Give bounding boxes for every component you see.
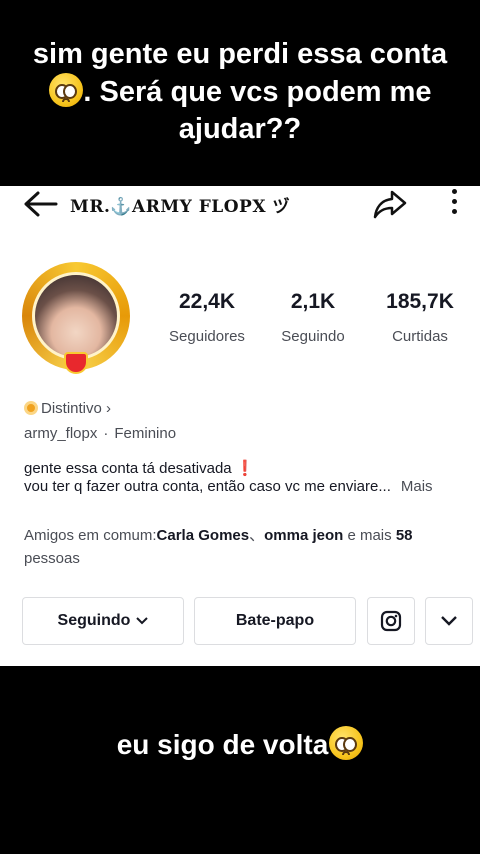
- friends-middle: e mais: [343, 527, 396, 544]
- caption-top-text: sim gente eu perdi essa conta: [32, 38, 448, 70]
- share-arrow-icon[interactable]: [372, 188, 408, 220]
- mutual-friends[interactable]: Amigos em comum:Carla Gomes、omma jeon e …: [24, 524, 464, 570]
- info-separator: ·: [103, 425, 109, 442]
- bio-line-2: vou ter q fazer outra conta, então caso …: [24, 478, 391, 495]
- pleading-face-emoji-icon: [329, 726, 364, 760]
- profile-info: army_flopx · Feminino: [24, 425, 176, 442]
- caption-bottom: eu sigo de volta: [0, 726, 480, 761]
- friend-name: Carla Gomes: [156, 527, 250, 544]
- stat-value: 22,4K: [178, 290, 236, 313]
- friends-count: 58: [395, 527, 413, 544]
- friends-separator: 、: [249, 527, 265, 544]
- bio-more-link[interactable]: Mais: [401, 478, 433, 495]
- chevron-down-icon: [441, 616, 457, 626]
- instagram-icon: [380, 610, 402, 632]
- profile-name: MR.⚓ARMY FLOPX ヅ: [70, 197, 290, 217]
- following-button[interactable]: Seguindo: [22, 597, 184, 645]
- chat-button-label: Bate-papo: [235, 612, 315, 629]
- caption-top: sim gente eu perdi essa conta . Será que …: [0, 36, 480, 148]
- stat-label: Seguidores: [169, 328, 245, 345]
- arrow-left-icon[interactable]: [22, 190, 58, 218]
- avatar: [32, 272, 120, 360]
- gender: Feminino: [114, 425, 177, 442]
- chat-button[interactable]: Bate-papo: [194, 597, 356, 645]
- pleading-face-emoji-icon: [49, 73, 84, 107]
- following-button-label: Seguindo: [57, 612, 131, 629]
- friends-suffix: pessoas: [24, 550, 80, 567]
- badge-coin-icon: [24, 401, 38, 415]
- stat-following[interactable]: 2,1K Seguindo: [258, 290, 368, 345]
- badge-label: Distintivo ›: [41, 400, 112, 417]
- stat-value: 2,1K: [290, 290, 336, 313]
- badge-link[interactable]: Distintivo ›: [24, 400, 111, 417]
- username: army_flopx: [24, 425, 98, 442]
- stat-likes[interactable]: 185,7K Curtidas: [365, 290, 475, 345]
- caption-top-text-after: . Será que vcs podem me ajudar??: [83, 76, 432, 145]
- stat-label: Seguindo: [281, 328, 345, 345]
- friend-name: omma jeon: [264, 527, 344, 544]
- exclamation-icon: ❗: [235, 460, 255, 477]
- caption-bottom-text: eu sigo de volta: [116, 729, 329, 760]
- avatar-heart-badge-icon: [64, 352, 88, 374]
- bio: gente essa conta tá desativada ❗ vou ter…: [24, 460, 476, 496]
- chevron-down-icon: [136, 617, 149, 625]
- more-vertical-icon[interactable]: [446, 186, 462, 220]
- avatar-frame[interactable]: [18, 258, 134, 374]
- profile-screen: MR.⚓ARMY FLOPX ヅ 22,4K Seguidores 2,1K S…: [0, 186, 480, 666]
- stat-value: 185,7K: [386, 290, 454, 313]
- suggestions-dropdown-button[interactable]: [425, 597, 473, 645]
- stat-followers[interactable]: 22,4K Seguidores: [152, 290, 262, 345]
- instagram-button[interactable]: [367, 597, 415, 645]
- top-bar: MR.⚓ARMY FLOPX ヅ: [0, 186, 480, 222]
- friends-prefix: Amigos em comum:: [24, 527, 157, 544]
- bio-line-1: gente essa conta tá desativada: [24, 460, 232, 477]
- stat-label: Curtidas: [392, 328, 448, 345]
